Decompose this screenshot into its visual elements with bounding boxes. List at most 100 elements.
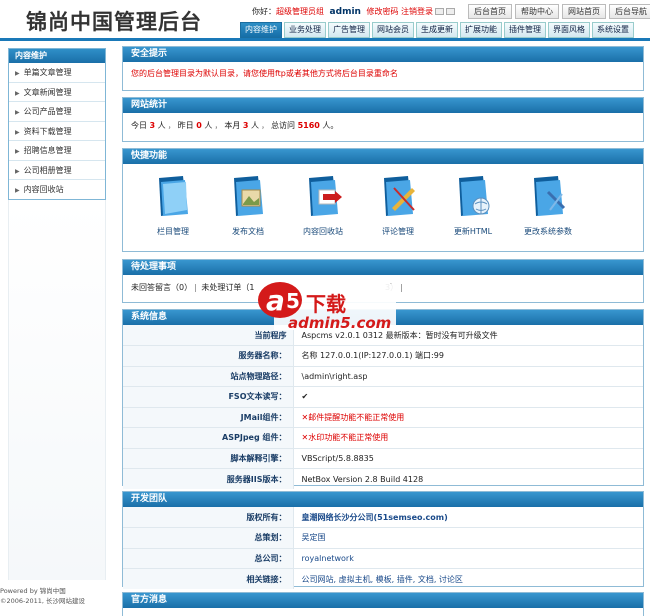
quick-item-system-params[interactable]: 更改系统参数 <box>513 174 583 237</box>
system-table: 当前程序 Aspcms v2.0.1 0312 最新版本：暂时没有可升级文件 服务… <box>123 325 643 489</box>
comment-pen-icon <box>384 176 415 216</box>
tab-content[interactable]: 内容维护 <box>240 22 282 38</box>
team-table: 版权所有： 皇潮网络长沙分公司(51semseo.com) 总策划： 吴定国 总公司… <box>123 507 643 589</box>
table-row: ASPJpeg 组件： ✕水印功能不能正常使用 <box>123 427 643 449</box>
table-row: 脚本解释引擎： VBScript/5.8.8835 <box>123 448 643 469</box>
watermark-site: admin5.com <box>288 314 392 332</box>
sidebar-item-downloads[interactable]: ▶ 资料下载管理 <box>9 122 105 141</box>
security-panel: 安全提示 您的后台管理目录为默认目录，请您使用ftp或者其他方式将后台目录重命名 <box>122 46 644 91</box>
total-label: 总访问 <box>271 121 296 130</box>
svg-text:a: a <box>266 284 285 317</box>
related-links[interactable]: 公司网站, 虚拟主机, 模板, 插件, 文档, 讨论区 <box>293 569 643 590</box>
table-row: 服务器名称： 名称 127.0.0.1(IP:127.0.0.1) 端口:99 <box>123 345 643 367</box>
system-panel: 系统信息 当前程序 Aspcms v2.0.1 0312 最新版本：暂时没有可升级… <box>122 309 644 489</box>
toggle-icon-2[interactable] <box>446 8 456 15</box>
username: admin <box>329 7 361 17</box>
check-icon: ✔ <box>293 386 643 408</box>
quick-item-comments[interactable]: 评论管理 <box>363 174 433 237</box>
quick-item-publish[interactable]: 发布文档 <box>213 174 283 237</box>
arrow-icon: ▶ <box>15 167 20 175</box>
row-value: NetBox Version 2.8 Build 4128 <box>301 474 424 484</box>
tab-generate[interactable]: 生成更新 <box>416 22 458 38</box>
recycle-bin-icon <box>309 176 342 216</box>
sidebar-item-label: 公司相册管理 <box>23 165 72 175</box>
table-row: 站点物理路径： \admin\right.asp <box>123 366 643 387</box>
today-count: 3 <box>149 121 156 130</box>
row-key: FSO文本读写： <box>123 386 294 408</box>
sidebar-item-single-article[interactable]: ▶ 单篇文章管理 <box>9 63 105 83</box>
quick-item-label: 更改系统参数 <box>524 227 572 236</box>
quick-item-label: 栏目管理 <box>157 227 189 236</box>
sidebar-background <box>8 200 106 580</box>
tab-extensions[interactable]: 扩展功能 <box>460 22 502 38</box>
quick-item-recycle[interactable]: 内容回收站 <box>288 174 358 237</box>
yesterday-label: 昨日 <box>177 121 194 130</box>
row-value: 名称 127.0.0.1(IP:127.0.0.1) 端口:99 <box>293 345 643 367</box>
security-message: 您的后台管理目录为默认目录，请您使用ftp或者其他方式将后台目录重命名 <box>131 69 398 78</box>
sidebar-item-label: 招聘信息管理 <box>23 146 72 155</box>
sidebar-item-album[interactable]: ▶ 公司相册管理 <box>9 161 105 180</box>
table-row: 总策划： 吴定国 <box>123 527 643 549</box>
unprocessed-link[interactable]: 未处理订单（1 <box>201 283 254 292</box>
top-link-admin-nav[interactable]: 后台导航 <box>609 4 650 19</box>
quick-item-label: 评论管理 <box>382 227 414 236</box>
today-label: 今日 <box>131 121 147 130</box>
row-key: 脚本解释引擎： <box>123 448 294 469</box>
quick-item-columns[interactable]: 栏目管理 <box>138 174 208 237</box>
table-row: JMail组件： ✕邮件提醒功能不能正常使用 <box>123 407 643 428</box>
admin-page: 锦尚中国管理后台 你好：超级管理员组 admin 修改密码 注销登录 后台首页 … <box>0 0 650 616</box>
logout-link[interactable]: 注销登录 <box>401 7 433 16</box>
main-nav: 内容维护 业务处理 广告管理 网站会员 生成更新 扩展功能 插件管理 界面风格 … <box>240 22 634 38</box>
copyright-link[interactable]: 皇潮网络长沙分公司(51semseo.com) <box>293 507 643 528</box>
sidebar-title: 内容维护 <box>9 49 105 63</box>
user-bar: 你好：超级管理员组 admin 修改密码 注销登录 <box>252 6 456 18</box>
top-link-site-home[interactable]: 网站首页 <box>562 4 606 19</box>
row-value: ✕水印功能不能正常使用 <box>293 427 643 449</box>
month-label: 本月 <box>224 121 241 130</box>
tab-themes[interactable]: 界面风格 <box>548 22 590 38</box>
row-key: 服务器名称： <box>123 345 294 367</box>
logo: 锦尚中国管理后台 <box>26 9 202 34</box>
sidebar-item-jobs[interactable]: ▶ 招聘信息管理 <box>9 141 105 161</box>
folder-icon <box>159 176 188 216</box>
quick-title: 快捷功能 <box>123 149 643 164</box>
sidebar-item-news[interactable]: ▶ 文章新闻管理 <box>9 83 105 102</box>
arrow-icon: ▶ <box>15 70 20 77</box>
row-key: ASPJpeg 组件： <box>123 427 294 449</box>
row-value: royalnetwork <box>293 548 643 569</box>
watermark: a 5 下载 admin5.com <box>252 276 402 334</box>
table-row: 总公司： royalnetwork <box>123 548 643 569</box>
team-panel: 开发团队 版权所有： 皇潮网络长沙分公司(51semseo.com) 总策划： 吴定… <box>122 491 644 589</box>
arrow-icon: ▶ <box>15 128 20 136</box>
tab-members[interactable]: 网站会员 <box>372 22 414 38</box>
quick-item-update-html[interactable]: 更新HTML <box>438 174 508 237</box>
row-key: 相关链接： <box>123 568 294 589</box>
footer-powered: Powered by 锦尚中国 <box>0 587 66 595</box>
total-count: 5160 <box>297 121 320 130</box>
sidebar-item-recycle[interactable]: ▶ 内容回收站 <box>9 180 105 200</box>
sidebar-item-products[interactable]: ▶ 公司产品管理 <box>9 102 105 122</box>
change-password-link[interactable]: 修改密码 <box>366 7 398 16</box>
quick-panel: 快捷功能 栏目管理 发布文档 内容回收站 评论管理 更新HTML 更改系统参数 <box>122 148 644 252</box>
watermark-brand: 下载 <box>306 292 346 316</box>
official-panel: 官方消息 <box>122 592 644 616</box>
arrow-icon: ▶ <box>15 109 20 116</box>
top-link-admin-home[interactable]: 后台首页 <box>468 4 512 19</box>
arrow-icon: ▶ <box>15 187 20 194</box>
toggle-icon[interactable] <box>435 8 445 15</box>
top-link-help[interactable]: 帮助中心 <box>515 4 559 19</box>
unanswered-link[interactable]: 未回答留言（0） <box>131 283 192 292</box>
greeting: 你好： <box>252 7 276 16</box>
tab-business[interactable]: 业务处理 <box>284 22 326 38</box>
svg-text:5: 5 <box>286 289 300 313</box>
table-row: FSO文本读写： ✔ <box>123 386 643 408</box>
tab-settings[interactable]: 系统设置 <box>592 22 634 38</box>
sidebar-item-label: 文章新闻管理 <box>23 87 72 97</box>
tab-plugins[interactable]: 插件管理 <box>504 22 546 38</box>
stats-title: 网站统计 <box>123 98 643 113</box>
system-settings-icon <box>534 176 566 216</box>
quick-item-label: 更新HTML <box>453 227 493 236</box>
tab-ads[interactable]: 广告管理 <box>328 22 370 38</box>
row-value: 吴定国 <box>293 527 643 549</box>
row-key: 总公司： <box>123 548 294 569</box>
